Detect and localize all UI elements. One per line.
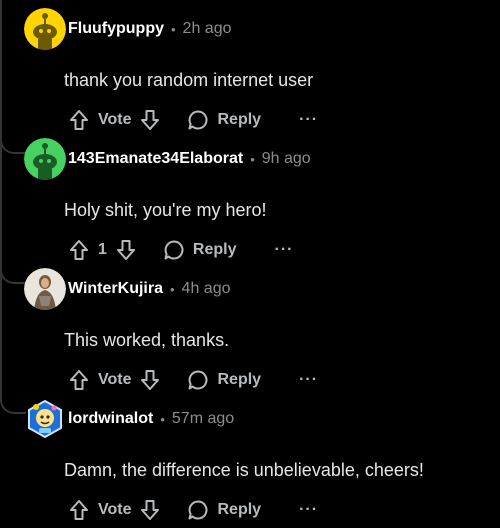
- timestamp[interactable]: 2h ago: [183, 20, 232, 38]
- comment: WinterKujira • 4h ago This worked, thank…: [0, 268, 500, 398]
- comment-actions: Vote Reply ···: [68, 496, 318, 524]
- upvote-icon[interactable]: [68, 498, 90, 522]
- more-options-button[interactable]: ···: [299, 502, 318, 518]
- downvote-icon[interactable]: [139, 368, 161, 392]
- username[interactable]: WinterKujira: [68, 280, 163, 298]
- timestamp[interactable]: 9h ago: [262, 150, 311, 168]
- avatar[interactable]: [24, 8, 66, 50]
- comment-text: Damn, the difference is unbelievable, ch…: [64, 460, 424, 480]
- timestamp[interactable]: 4h ago: [182, 280, 231, 298]
- reply-label: Reply: [192, 241, 237, 258]
- reply-label: Reply: [217, 501, 262, 518]
- username[interactable]: 143Emanate34Elaborat: [68, 150, 243, 168]
- character-portrait-icon: [24, 268, 66, 310]
- comment: Fluufypuppy • 2h ago thank you random in…: [0, 8, 500, 138]
- reply-button[interactable]: Reply: [187, 369, 261, 391]
- username[interactable]: lordwinalot: [68, 410, 153, 428]
- separator-dot: •: [250, 151, 255, 167]
- reply-button[interactable]: Reply: [187, 109, 261, 131]
- more-options-button[interactable]: ···: [299, 372, 318, 388]
- downvote-icon[interactable]: [139, 498, 161, 522]
- speech-bubble-icon: [188, 370, 208, 390]
- vote-count: 1: [98, 241, 107, 258]
- more-options-button[interactable]: ···: [299, 112, 318, 128]
- speech-bubble-icon: [188, 110, 208, 130]
- reply-button[interactable]: Reply: [187, 499, 261, 521]
- comment: 143Emanate34Elaborat • 9h ago Holy shit,…: [0, 138, 500, 268]
- comment-actions: Vote Reply ···: [68, 366, 318, 394]
- reply-button[interactable]: Reply: [163, 239, 237, 261]
- comment-actions: Vote Reply ···: [68, 106, 318, 134]
- reply-label: Reply: [217, 111, 262, 128]
- hexagon-character-icon: [28, 399, 62, 439]
- upvote-icon[interactable]: [68, 368, 90, 392]
- comment: lordwinalot • 57m ago Damn, the differen…: [0, 398, 500, 528]
- avatar[interactable]: [24, 398, 66, 440]
- upvote-icon[interactable]: [68, 238, 90, 262]
- snoo-avatar-icon: [24, 138, 66, 180]
- avatar[interactable]: [24, 138, 66, 180]
- separator-dot: •: [169, 281, 175, 297]
- speech-bubble-icon: [164, 240, 184, 260]
- comment-header: Fluufypuppy • 2h ago: [68, 17, 231, 41]
- vote-count: Vote: [98, 371, 132, 388]
- reply-label: Reply: [217, 371, 262, 388]
- more-options-button[interactable]: ···: [274, 242, 293, 258]
- comment-header: lordwinalot • 57m ago: [68, 407, 234, 431]
- snoo-avatar-icon: [24, 8, 66, 50]
- comment-header: 143Emanate34Elaborat • 9h ago: [68, 147, 311, 171]
- vote-count: Vote: [98, 501, 132, 518]
- speech-bubble-icon: [188, 500, 208, 520]
- vote-count: Vote: [98, 111, 132, 128]
- comment-actions: 1 Reply ···: [68, 236, 293, 264]
- separator-dot: •: [160, 411, 165, 427]
- comment-text: Holy shit, you're my hero!: [64, 200, 267, 220]
- downvote-icon[interactable]: [115, 238, 137, 262]
- timestamp[interactable]: 57m ago: [172, 410, 234, 428]
- username[interactable]: Fluufypuppy: [68, 20, 164, 38]
- avatar[interactable]: [24, 268, 66, 310]
- downvote-icon[interactable]: [139, 108, 161, 132]
- comment-header: WinterKujira • 4h ago: [68, 277, 230, 301]
- upvote-icon[interactable]: [68, 108, 90, 132]
- separator-dot: •: [170, 21, 176, 37]
- comment-text: This worked, thanks.: [64, 330, 230, 350]
- comment-text: thank you random internet user: [64, 70, 314, 90]
